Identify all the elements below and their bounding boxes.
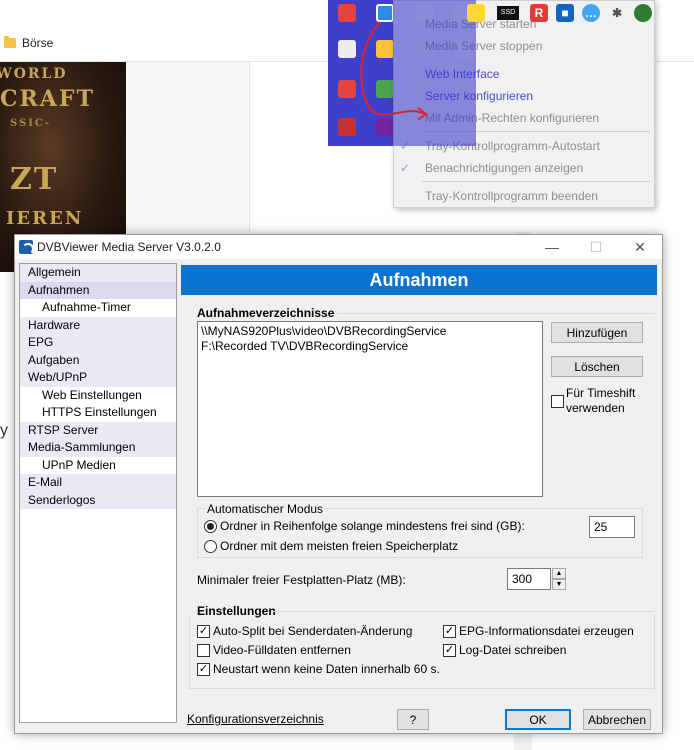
banner-text: SSIC- [10,118,52,129]
menu-item-notifications[interactable]: Benachrichtigungen anzeigen [425,161,583,175]
min-disk-space-input[interactable] [507,568,551,590]
nav-item-web-upnp[interactable]: Web/UPnP [20,369,176,387]
menu-item-exit-tray[interactable]: Tray-Kontrollprogramm beenden [425,189,598,203]
nav-item-aufnahmen[interactable]: Aufnahmen [20,281,176,299]
banner-text: WORLD [0,66,68,82]
ssd-tray-icon[interactable]: SSD [497,6,519,20]
minimize-button[interactable]: — [530,235,574,259]
restart-label: Neustart wenn keine Daten innerhalb 60 s… [213,662,440,676]
banner-text: ZT [10,162,59,197]
banner-text: CRAFT [0,86,95,112]
auto-split-label: Auto-Split bei Senderdaten-Änderung [213,624,413,638]
auto-mode-option-order: Ordner in Reihenfolge solange mindestens… [220,519,525,533]
list-item[interactable]: \\MyNAS920Plus\video\DVBRecordingService [201,324,539,339]
close-button[interactable]: ✕ [618,235,662,259]
page-title: Aufnahmen [181,265,657,295]
min-disk-space-spinner[interactable]: ▲ ▼ [552,568,566,590]
min-free-gb-input[interactable] [589,516,635,538]
bookmark-label: Börse [22,36,54,50]
auto-split-checkbox[interactable]: ✓ [197,625,210,638]
log-file-label: Log-Datei schreiben [459,643,567,657]
nav-item-aufgaben[interactable]: Aufgaben [20,351,176,369]
nav-item-email[interactable]: E-Mail [20,474,176,492]
help-button[interactable]: ? [397,709,429,730]
nav-item-senderlogos[interactable]: Senderlogos [20,491,176,509]
browser-extensions: R ■ … ✱ [530,2,652,24]
tray-app-icon[interactable] [467,4,485,22]
config-directory-link[interactable]: Konfigurationsverzeichnis [187,712,324,726]
auto-mode-radio-most-free[interactable] [204,540,217,553]
nav-item-hardware[interactable]: Hardware [20,316,176,334]
timeshift-checkbox[interactable] [551,395,564,408]
epg-file-label: EPG-Informationsdatei erzeugen [459,624,634,638]
bookmark-borse[interactable]: Börse [4,36,53,50]
spin-up-icon[interactable]: ▲ [552,568,566,579]
auto-mode-option-most-free: Ordner mit dem meisten freien Speicherpl… [220,539,459,553]
extension-bookmark-icon[interactable]: ■ [556,4,574,22]
dialog-titlebar[interactable]: DVBViewer Media Server V3.0.2.0 — ☐ ✕ [15,235,662,259]
nav-item-upnp-medien[interactable]: UPnP Medien [20,456,176,474]
nav-item-https-einstellungen[interactable]: HTTPS Einstellungen [20,404,176,422]
banner-text: IEREN [6,208,84,229]
menu-separator [422,181,650,182]
auto-mode-radio-order[interactable] [204,520,217,533]
nav-item-aufnahme-timer[interactable]: Aufnahme-Timer [20,299,176,317]
auto-mode-label: Automatischer Modus [205,502,326,516]
min-disk-space-label: Minimaler freier Festplatten-Platz (MB): [197,573,406,587]
recording-dirs-label: Aufnahmeverzeichnisse [197,306,335,320]
delete-directory-button[interactable]: Löschen [551,356,643,377]
page-edge-text: y [0,422,8,439]
timeshift-label: Für Timeshift [566,386,636,400]
list-item[interactable]: F:\Recorded TV\DVBRecordingService [201,339,539,354]
ok-button[interactable]: OK [505,709,571,730]
profile-avatar[interactable] [634,4,652,22]
maximize-button[interactable]: ☐ [574,235,618,259]
extension-chat-icon[interactable]: … [582,4,600,22]
extension-r-icon[interactable]: R [530,4,548,22]
epg-file-checkbox[interactable]: ✓ [443,625,456,638]
media-server-config-dialog: DVBViewer Media Server V3.0.2.0 — ☐ ✕ Al… [14,234,663,734]
extensions-puzzle-icon[interactable]: ✱ [608,4,626,22]
dvbviewer-app-icon [19,240,34,255]
annotation-arrow [360,21,428,121]
nav-item-media-sammlungen[interactable]: Media-Sammlungen [20,439,176,457]
nav-item-epg[interactable]: EPG [20,334,176,352]
nav-item-web-einstellungen[interactable]: Web Einstellungen [20,386,176,404]
folder-icon [4,36,16,48]
add-directory-button[interactable]: Hinzufügen [551,322,643,343]
spin-down-icon[interactable]: ▼ [552,579,566,590]
log-file-checkbox[interactable]: ✓ [443,644,456,657]
nav-item-rtsp-server[interactable]: RTSP Server [20,421,176,439]
video-fill-label: Video-Fülldaten entfernen [213,643,351,657]
recording-dirs-list[interactable]: \\MyNAS920Plus\video\DVBRecordingService… [197,321,543,497]
video-fill-checkbox[interactable] [197,644,210,657]
dialog-title: DVBViewer Media Server V3.0.2.0 [37,240,221,254]
settings-nav-tree: Allgemein Aufnahmen Aufnahme-Timer Hardw… [19,263,177,723]
group-divider [273,611,655,612]
cancel-button[interactable]: Abbrechen [583,709,651,730]
nav-item-allgemein[interactable]: Allgemein [20,264,176,282]
page-column [126,62,250,232]
restart-checkbox[interactable]: ✓ [197,663,210,676]
timeshift-label: verwenden [566,401,625,415]
group-divider [337,313,655,314]
checkmark-icon: ✓ [400,161,411,175]
